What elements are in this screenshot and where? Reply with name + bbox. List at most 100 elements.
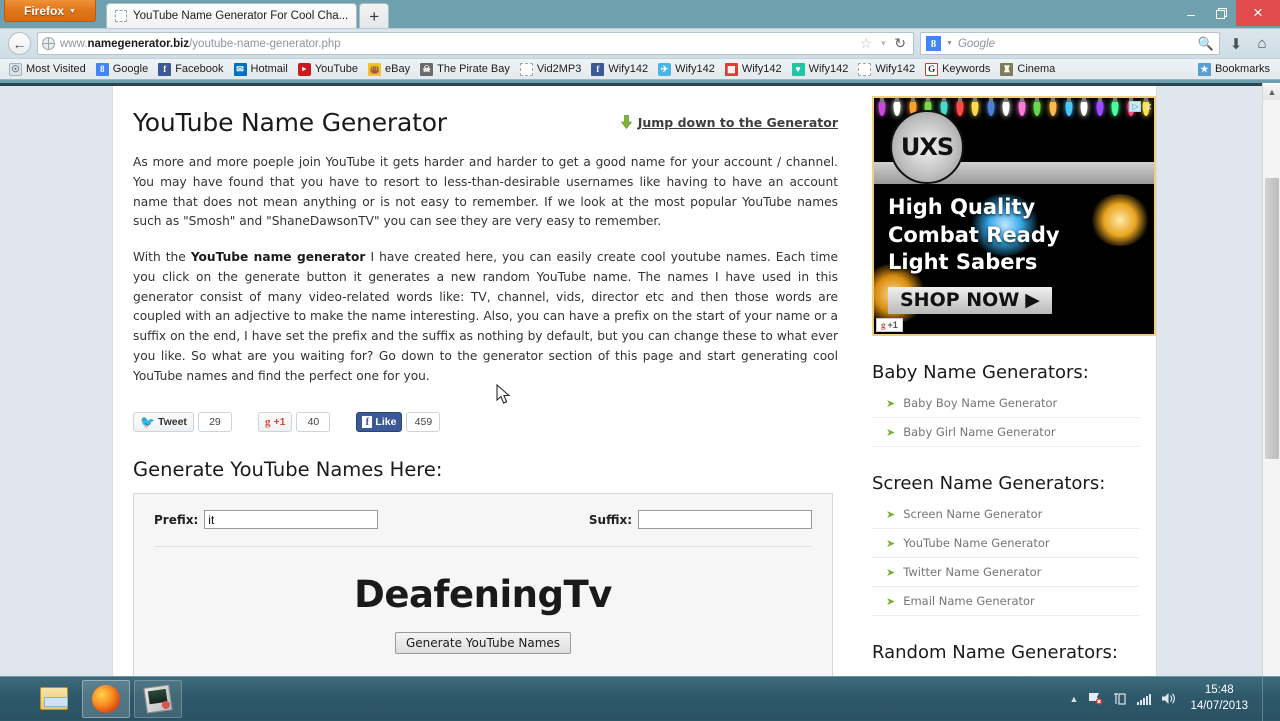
bookmark-star-icon[interactable]: ☆ (860, 35, 873, 52)
bookmark-wify142-heart[interactable]: ♥Wify142 (787, 60, 854, 78)
bookmarks-overflow[interactable]: ★ Bookmarks (1198, 63, 1276, 76)
scrollbar-thumb[interactable] (1265, 178, 1279, 459)
bookmark-wify142-twitter[interactable]: ✈Wify142 (653, 60, 720, 78)
paragraph2-bold: YouTube name generator (191, 250, 366, 264)
facebook-like-button[interactable]: f Like (356, 412, 402, 432)
paragraph2-post: I have created here, you can easily crea… (133, 250, 838, 383)
bookmark-label: Wify142 (742, 63, 782, 75)
bookmark-label: Wify142 (675, 63, 715, 75)
close-button[interactable]: × (1236, 0, 1280, 26)
bookmark-facebook[interactable]: fFacebook (153, 60, 228, 78)
scrollbar-track[interactable] (1263, 100, 1280, 675)
suffix-input[interactable] (638, 510, 812, 529)
sidebar-item-label: Baby Boy Name Generator (903, 396, 1057, 410)
intro-paragraph-2: With the YouTube name generator I have c… (133, 248, 838, 386)
bookmark-label: Keywords (942, 63, 990, 75)
gplus-button[interactable]: g +1 (258, 412, 292, 432)
generated-name-result: DeafeningTv (154, 573, 812, 616)
chevron-down-icon[interactable]: ▼ (946, 40, 953, 47)
bookmark-vid2mp3[interactable]: Vid2MP3 (515, 60, 586, 78)
search-icon[interactable]: 🔍 (1198, 36, 1214, 52)
browser-window: Firefox ▼ YouTube Name Generator For Coo… (0, 0, 1280, 692)
globe-icon (42, 37, 55, 50)
show-desktop-button[interactable] (1262, 677, 1270, 721)
adchoices-icon[interactable]: ▷ (1129, 101, 1141, 112)
page-scrollbar[interactable]: ▲ ▼ (1262, 83, 1280, 692)
search-input[interactable]: Google (958, 38, 995, 50)
jump-to-generator-link[interactable]: Jump down to the Generator (621, 115, 838, 130)
prefix-input[interactable] (204, 510, 378, 529)
bookmark-wify142-stats[interactable]: ▩ Wify142 (720, 60, 787, 78)
back-button[interactable]: ← (8, 32, 31, 55)
taskbar-item-photo-viewer[interactable] (134, 680, 182, 718)
bookmark-hotmail[interactable]: ✉Hotmail (229, 60, 293, 78)
device-icon[interactable] (1113, 692, 1127, 705)
minimize-button[interactable]: – (1176, 0, 1206, 26)
twitter-share[interactable]: 🐦 Tweet 29 (133, 412, 232, 432)
ad-shop-now-button[interactable]: SHOP NOW ▶ (888, 287, 1052, 314)
sidebar-item-baby-girl[interactable]: ➤ Baby Girl Name Generator (872, 418, 1140, 447)
downloads-icon[interactable]: ⬇ (1226, 35, 1246, 53)
gold-glow-decoration (1090, 194, 1150, 246)
pirate-bay-icon: ☠ (420, 63, 433, 76)
scroll-up-button[interactable]: ▲ (1263, 83, 1280, 100)
tweet-button[interactable]: 🐦 Tweet (133, 412, 194, 432)
taskbar-item-file-explorer[interactable] (30, 680, 78, 718)
facebook-icon: f (362, 416, 372, 428)
gplus-share[interactable]: g +1 40 (258, 412, 330, 432)
bookmark-cinema[interactable]: ♜Cinema (995, 60, 1060, 78)
bookmark-keywords[interactable]: GKeywords (920, 60, 995, 78)
search-bar[interactable]: 8 ▼ Google 🔍 (920, 32, 1220, 55)
jump-link-label: Jump down to the Generator (638, 115, 838, 130)
google-icon: 8 (926, 36, 941, 51)
address-bar[interactable]: www.namegenerator.biz/youtube-name-gener… (37, 32, 914, 55)
bookmark-ebay[interactable]: 👜eBay (363, 60, 415, 78)
generator-divider (154, 546, 812, 547)
tab-title: YouTube Name Generator For Cool Cha... (133, 10, 348, 22)
chevron-down-icon[interactable]: ▼ (879, 39, 887, 48)
bookmark-google[interactable]: 8Google (91, 60, 153, 78)
bookmark-pirate-bay[interactable]: ☠ The Pirate Bay (415, 60, 515, 78)
network-error-icon[interactable] (1088, 692, 1103, 705)
maximize-button[interactable] (1206, 0, 1236, 26)
bookmark-label: The Pirate Bay (437, 63, 510, 75)
taskbar-clock[interactable]: 15:48 14/07/2013 (1186, 683, 1252, 714)
photo-icon (143, 684, 172, 713)
plusone-label: +1 (888, 320, 898, 330)
close-icon[interactable]: × (1144, 100, 1152, 113)
navigation-toolbar: ← www.namegenerator.biz/youtube-name-gen… (0, 28, 1280, 58)
bookmark-most-visited[interactable]: ☉Most Visited (4, 60, 91, 78)
arrow-right-icon: ➤ (886, 426, 895, 439)
page-title: YouTube Name Generator (133, 108, 447, 137)
reload-icon[interactable]: ↻ (894, 35, 906, 52)
sidebar-item-baby-boy[interactable]: ➤ Baby Boy Name Generator (872, 389, 1140, 418)
generator-section-title: Generate YouTube Names Here: (133, 458, 838, 481)
bookmark-wify142-blank[interactable]: Wify142 (853, 60, 920, 78)
speaker-icon[interactable] (1161, 692, 1176, 705)
sidebar-item-email-name[interactable]: ➤ Email Name Generator (872, 587, 1140, 616)
browser-tab[interactable]: YouTube Name Generator For Cool Cha... (106, 3, 357, 28)
new-tab-button[interactable]: + (359, 3, 389, 28)
show-hidden-icons-button[interactable]: ▲ (1070, 694, 1079, 704)
facebook-share[interactable]: f Like 459 (356, 412, 440, 432)
bookmark-wify142-facebook[interactable]: fWify142 (586, 60, 653, 78)
sidebar-section-title-random: Random Name Generators: (872, 642, 1140, 663)
firefox-menu-button[interactable]: Firefox ▼ (4, 0, 96, 22)
generator-fields-row: Prefix: Suffix: (154, 510, 812, 529)
ad-google-plusone-button[interactable]: g +1 (876, 318, 903, 332)
sidebar-section-title-screen: Screen Name Generators: (872, 473, 1140, 494)
play-arrow-icon: ▶ (1025, 289, 1040, 311)
sidebar-ad-banner[interactable]: UXS High Quality Combat Ready Light Sabe… (872, 96, 1156, 336)
blank-favicon (520, 63, 533, 76)
taskbar-item-firefox[interactable] (82, 680, 130, 718)
chart-icon: ▩ (725, 63, 738, 76)
sidebar-item-twitter-name[interactable]: ➤ Twitter Name Generator (872, 558, 1140, 587)
sidebar-item-screen-name[interactable]: ➤ Screen Name Generator (872, 500, 1140, 529)
home-icon[interactable]: ⌂ (1252, 35, 1272, 52)
sidebar-item-youtube-name[interactable]: ➤ YouTube Name Generator (872, 529, 1140, 558)
generate-names-button[interactable]: Generate YouTube Names (395, 632, 571, 654)
bookmarks-overflow-label: Bookmarks (1215, 63, 1270, 75)
bookmark-youtube[interactable]: ►YouTube (293, 60, 363, 78)
signal-bars-icon[interactable] (1137, 693, 1151, 705)
generate-button-wrap: Generate YouTube Names (154, 632, 812, 654)
